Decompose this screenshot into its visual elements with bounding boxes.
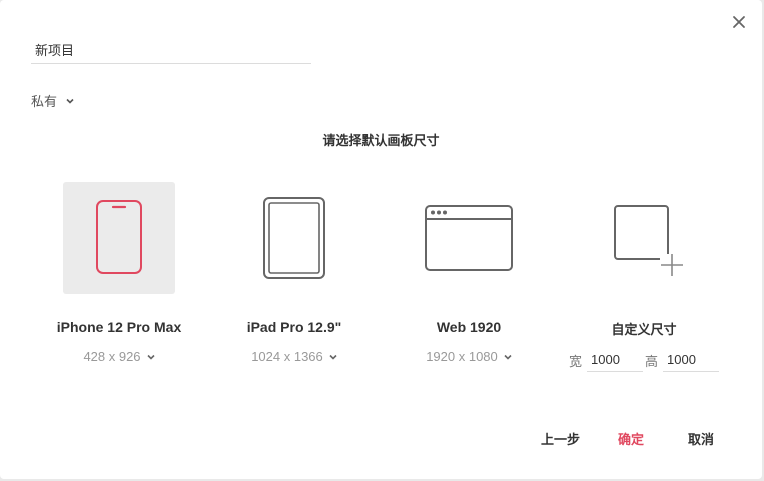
preset-size-value: 1920 x 1080 bbox=[426, 349, 498, 364]
preset-size-value: 428 x 926 bbox=[83, 349, 141, 364]
width-input[interactable] bbox=[587, 348, 644, 372]
project-name-input[interactable] bbox=[31, 36, 311, 64]
tablet-icon bbox=[263, 197, 325, 279]
preset-size-dropdown[interactable]: 1024 x 1366 bbox=[251, 349, 337, 364]
preset-title: iPhone 12 Pro Max bbox=[56, 319, 182, 335]
height-input[interactable] bbox=[663, 348, 719, 372]
chevron-down-icon bbox=[329, 354, 337, 360]
preset-card-web[interactable]: Web 1920 1920 x 1080 bbox=[394, 182, 544, 366]
chevron-down-icon bbox=[66, 98, 74, 104]
chevron-down-icon bbox=[146, 354, 155, 360]
height-label: 高 bbox=[644, 354, 658, 370]
phone-icon bbox=[96, 200, 142, 274]
preset-thumb-ipad[interactable] bbox=[238, 182, 350, 294]
privacy-dropdown[interactable]: 私有 bbox=[31, 91, 74, 110]
confirm-button[interactable]: 确定 bbox=[618, 429, 644, 448]
preset-size-value: 1024 x 1366 bbox=[251, 349, 323, 364]
browser-window-icon bbox=[425, 205, 513, 271]
width-label: 宽 bbox=[569, 354, 583, 370]
close-icon[interactable] bbox=[729, 12, 749, 32]
custom-size-add-icon bbox=[614, 205, 683, 276]
preset-card-iphone[interactable]: iPhone 12 Pro Max 428 x 926 bbox=[44, 182, 194, 366]
section-heading: 请选择默认画板尺寸 bbox=[322, 134, 440, 149]
cancel-button[interactable]: 取消 bbox=[688, 429, 714, 448]
preset-title: Web 1920 bbox=[436, 319, 502, 335]
privacy-label: 私有 bbox=[31, 95, 58, 110]
preset-title: iPad Pro 12.9" bbox=[246, 319, 342, 335]
preset-card-custom[interactable]: 自定义尺寸 宽 高 bbox=[569, 182, 719, 372]
new-project-dialog: 私有 请选择默认画板尺寸 iPhone 12 Pro Max 428 x 926 bbox=[0, 0, 762, 479]
previous-step-button[interactable]: 上一步 bbox=[541, 429, 580, 448]
preset-thumb-custom[interactable] bbox=[588, 182, 700, 294]
preset-card-ipad[interactable]: iPad Pro 12.9" 1024 x 1366 bbox=[219, 182, 369, 366]
preset-thumb-web[interactable] bbox=[413, 182, 525, 294]
preset-thumb-iphone[interactable] bbox=[63, 182, 175, 294]
preset-title: 自定义尺寸 bbox=[611, 323, 677, 338]
preset-size-dropdown[interactable]: 1920 x 1080 bbox=[426, 349, 512, 364]
preset-size-dropdown[interactable]: 428 x 926 bbox=[83, 349, 155, 364]
chevron-down-icon bbox=[504, 354, 512, 360]
custom-dimensions: 宽 高 bbox=[569, 348, 719, 372]
